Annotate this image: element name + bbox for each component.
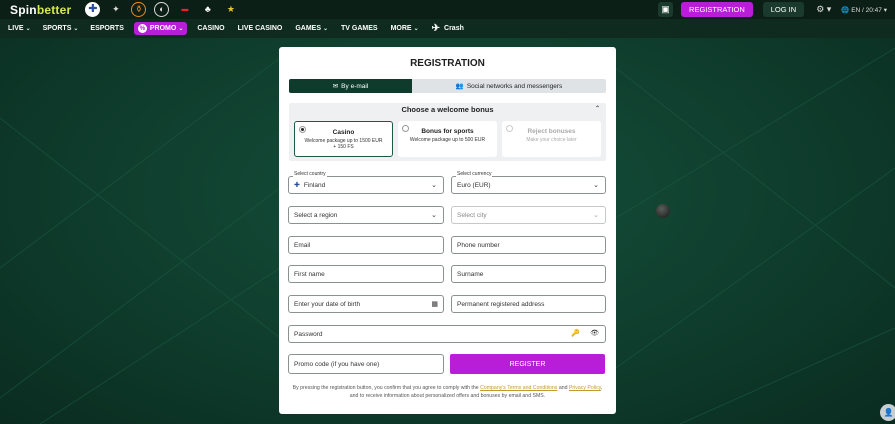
top-bar: Spinbetter ✚ ✦ ⚱ ◐ ▬ ♣ ★ ▣ Registration … [0, 0, 895, 19]
radio-button[interactable] [299, 126, 306, 133]
finland-flag-icon: ✚ [294, 182, 300, 189]
phone-field[interactable]: Phone number [451, 236, 606, 254]
finland-flag-icon[interactable]: ✚ [85, 2, 101, 17]
register-button[interactable]: Register [450, 354, 605, 374]
chevron-down-icon: ⌄ [431, 212, 437, 219]
password-field[interactable]: Password 🔑 👁 [288, 325, 606, 343]
percent-icon: % [137, 24, 147, 33]
welcome-bonus-panel: Choose a welcome bonus ⌃ Casino Welcome p… [289, 103, 606, 161]
main-nav: Live ⌄ Sports ⌄ Esports % Promo ⌄ Casino Liv… [0, 19, 895, 38]
country-select[interactable]: Select country ✚ Finland ⌄ [288, 171, 444, 194]
first-name-field[interactable]: First name [288, 265, 444, 283]
nav-more[interactable]: More ⌄ [391, 25, 419, 32]
nav-live[interactable]: Live ⌄ [8, 25, 31, 32]
promo-code-field[interactable]: Promo code (if you have one) [288, 354, 444, 374]
form-title: REGISTRATION [410, 58, 485, 69]
email-field[interactable]: Email [288, 236, 444, 254]
chevron-down-icon: ⌄ [413, 26, 419, 32]
currency-select[interactable]: Select currency Euro (EUR) ⌄ [451, 171, 606, 194]
calendar-icon[interactable]: ▦ [431, 300, 438, 308]
chevron-down-icon: ⌄ [178, 26, 184, 32]
chevron-down-icon: ⌄ [73, 26, 79, 32]
tab-social-networks[interactable]: 👥 Social networks and messengers [412, 79, 606, 93]
gear-icon[interactable]: ⚙ ▾ [816, 4, 831, 15]
people-icon: 👥 [455, 83, 464, 90]
registration-form: REGISTRATION ✉ By e-mail 👥 Social networks… [279, 47, 616, 414]
region-select[interactable]: Select a region ⌄ [288, 206, 444, 224]
europa-league-icon[interactable]: ⚱ [131, 2, 147, 17]
nav-tv-games[interactable]: TV Games [341, 25, 378, 32]
chevron-down-icon: ⌄ [323, 26, 329, 32]
gift-icon[interactable]: ▣ [658, 2, 674, 17]
plane-icon: ✈ [431, 23, 441, 34]
city-select[interactable]: Select city ⌄ [451, 206, 606, 224]
nav-live-casino[interactable]: Live Casino [238, 25, 283, 32]
nav-esports[interactable]: Esports [90, 25, 123, 32]
radio-button[interactable] [402, 125, 409, 132]
privacy-policy-link[interactable]: Privacy Policy [569, 385, 601, 391]
registration-tabs: ✉ By e-mail 👥 Social networks and messenge… [289, 79, 606, 93]
legal-text: By pressing the registration button, you… [292, 385, 603, 400]
key-icon[interactable]: 🔑 [571, 329, 580, 337]
surname-field[interactable]: Surname [451, 265, 606, 283]
tennis-ball-icon[interactable]: ◐ [154, 2, 170, 17]
registration-button[interactable]: Registration [681, 2, 753, 17]
address-field[interactable]: Permanent registered address [451, 295, 606, 313]
login-button[interactable]: Log in [762, 2, 805, 17]
bonus-option-sports[interactable]: Bonus for sports Welcome package up to 5… [398, 121, 497, 157]
eye-slash-icon[interactable]: 👁 [590, 329, 599, 337]
decorative-ball [656, 204, 670, 218]
nav-crash[interactable]: ✈ Crash [432, 23, 464, 34]
logo[interactable]: Spinbetter [10, 3, 71, 17]
bonus-option-reject[interactable]: Reject bonuses Make your choice later [502, 121, 601, 157]
language-time[interactable]: 🌐 EN / 20:47 ▾ [841, 6, 887, 14]
chevron-down-icon: ⌄ [593, 212, 599, 219]
chevron-down-icon: ⌄ [431, 182, 437, 189]
chevron-down-icon: ⌄ [593, 182, 599, 189]
ufc-icon[interactable]: ▬ [177, 2, 192, 17]
chevron-up-icon[interactable]: ⌃ [595, 105, 600, 112]
bonus-option-casino[interactable]: Casino Welcome package up to 1500 EUR + … [294, 121, 393, 157]
stars-icon[interactable]: ★ [223, 2, 238, 17]
sport-shortcuts: ✚ ✦ ⚱ ◐ ▬ ♣ ★ [85, 2, 238, 17]
nav-sports[interactable]: Sports ⌄ [43, 25, 79, 32]
nav-casino[interactable]: Casino [197, 25, 224, 32]
terms-link[interactable]: Company's Terms and Conditions [480, 385, 557, 391]
bonus-heading[interactable]: Choose a welcome bonus ⌃ [289, 105, 606, 114]
radio-button[interactable] [506, 125, 513, 132]
cricket-icon[interactable]: ♣ [200, 2, 215, 17]
envelope-icon: ✉ [332, 83, 339, 90]
nav-games[interactable]: Games ⌄ [295, 25, 328, 32]
date-of-birth-field[interactable]: Enter your date of birth ▦ [288, 295, 444, 313]
nav-promo[interactable]: % Promo ⌄ [133, 22, 188, 35]
support-chat-icon[interactable]: 👤 [880, 404, 895, 421]
champions-league-icon[interactable]: ✦ [108, 2, 123, 17]
chevron-down-icon: ⌄ [25, 26, 31, 32]
tab-by-email[interactable]: ✉ By e-mail [289, 79, 412, 93]
